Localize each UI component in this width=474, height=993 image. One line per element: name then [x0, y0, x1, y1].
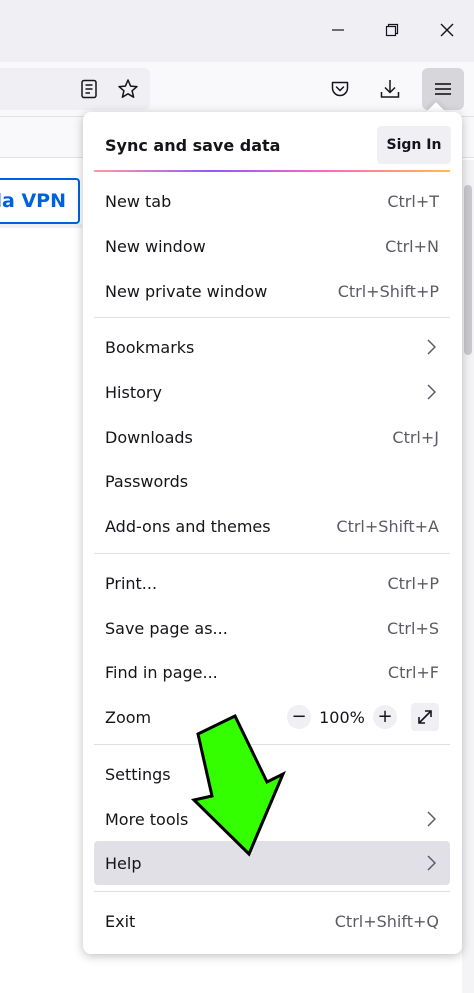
- menu-item-label: Save page as...: [105, 618, 228, 638]
- menu-item-label: New window: [105, 236, 206, 256]
- restore-button[interactable]: [372, 10, 412, 50]
- menu-item-addons-themes[interactable]: Add-ons and themes Ctrl+Shift+A: [94, 504, 450, 548]
- menu-item-downloads[interactable]: Downloads Ctrl+J: [94, 415, 450, 459]
- close-window-button[interactable]: [427, 10, 467, 50]
- zoom-controls: − 100% +: [287, 703, 439, 731]
- menu-item-exit[interactable]: Exit Ctrl+Shift+Q: [94, 899, 450, 943]
- sync-gradient-divider: [94, 170, 450, 172]
- menu-item-find-in-page[interactable]: Find in page... Ctrl+F: [94, 650, 450, 694]
- menu-item-label: Help: [105, 853, 142, 873]
- menu-item-new-window[interactable]: New window Ctrl+N: [94, 224, 450, 268]
- chevron-right-icon: [423, 855, 439, 871]
- menu-item-save-page[interactable]: Save page as... Ctrl+S: [94, 606, 450, 650]
- menu-item-shortcut: Ctrl+P: [387, 573, 439, 593]
- menu-item-label: Bookmarks: [105, 337, 195, 357]
- sign-in-button[interactable]: Sign In: [377, 126, 451, 164]
- menu-item-label: History: [105, 382, 162, 402]
- menu-item-shortcut: Ctrl+J: [392, 427, 439, 447]
- menu-item-label: New tab: [105, 191, 172, 211]
- restore-icon: [385, 23, 399, 37]
- menu-item-history[interactable]: History: [94, 370, 450, 414]
- navigation-toolbar: [0, 62, 474, 116]
- reader-view-button[interactable]: [71, 71, 107, 107]
- menu-divider: [94, 553, 450, 554]
- close-icon: [440, 23, 454, 37]
- menu-item-shortcut: Ctrl+S: [386, 618, 439, 638]
- sync-title: Sync and save data: [105, 135, 281, 155]
- downloads-button[interactable]: [372, 71, 408, 107]
- menu-item-label: Zoom: [105, 707, 152, 727]
- reader-view-icon: [81, 79, 97, 99]
- zoom-level[interactable]: 100%: [317, 708, 367, 727]
- menu-item-label: More tools: [105, 809, 189, 829]
- fullscreen-button[interactable]: [411, 703, 439, 731]
- menu-item-label: Exit: [105, 911, 136, 931]
- menu-item-shortcut: Ctrl+Shift+P: [337, 281, 439, 301]
- hamburger-menu-icon: [435, 83, 451, 95]
- menu-item-new-tab[interactable]: New tab Ctrl+T: [94, 179, 450, 223]
- scrollbar-thumb[interactable]: [464, 185, 472, 355]
- chevron-right-icon: [423, 339, 439, 355]
- sync-row: Sync and save data Sign In: [105, 124, 451, 166]
- menu-item-label: Print...: [105, 573, 158, 593]
- menu-item-shortcut: Ctrl+N: [385, 236, 439, 256]
- menu-divider: [94, 891, 450, 892]
- minimize-button[interactable]: [318, 10, 358, 50]
- vpn-card-shadow: [0, 224, 82, 228]
- star-icon: [118, 79, 138, 98]
- menu-item-shortcut: Ctrl+F: [387, 662, 439, 682]
- title-bar: [0, 0, 474, 62]
- menu-item-new-private-window[interactable]: New private window Ctrl+Shift+P: [94, 269, 450, 313]
- menu-item-bookmarks[interactable]: Bookmarks: [94, 325, 450, 369]
- chevron-right-icon: [423, 384, 439, 400]
- bookmark-star-button[interactable]: [110, 71, 146, 107]
- menu-item-shortcut: Ctrl+T: [387, 191, 439, 211]
- menu-item-label: Passwords: [105, 471, 189, 491]
- pocket-icon: [331, 81, 349, 97]
- menu-item-print[interactable]: Print... Ctrl+P: [94, 561, 450, 605]
- menu-item-label: Find in page...: [105, 662, 218, 682]
- menu-item-passwords[interactable]: Passwords: [94, 459, 450, 503]
- minimize-icon: [332, 29, 344, 31]
- chevron-right-icon: [423, 811, 439, 827]
- vpn-link-button[interactable]: lla VPN: [0, 178, 80, 224]
- menu-item-label: Settings: [105, 764, 171, 784]
- pocket-button[interactable]: [322, 71, 358, 107]
- menu-item-shortcut: Ctrl+Shift+Q: [334, 911, 439, 931]
- annotation-arrow-icon: [190, 713, 286, 857]
- zoom-in-button[interactable]: +: [373, 705, 397, 729]
- menu-divider: [94, 317, 450, 318]
- menu-item-label: New private window: [105, 281, 268, 301]
- menu-item-label: Add-ons and themes: [105, 516, 271, 536]
- download-icon: [380, 80, 400, 98]
- app-menu-button[interactable]: [422, 68, 464, 110]
- menu-item-label: Downloads: [105, 427, 193, 447]
- menu-item-shortcut: Ctrl+Shift+A: [336, 516, 439, 536]
- fullscreen-icon: [418, 710, 432, 724]
